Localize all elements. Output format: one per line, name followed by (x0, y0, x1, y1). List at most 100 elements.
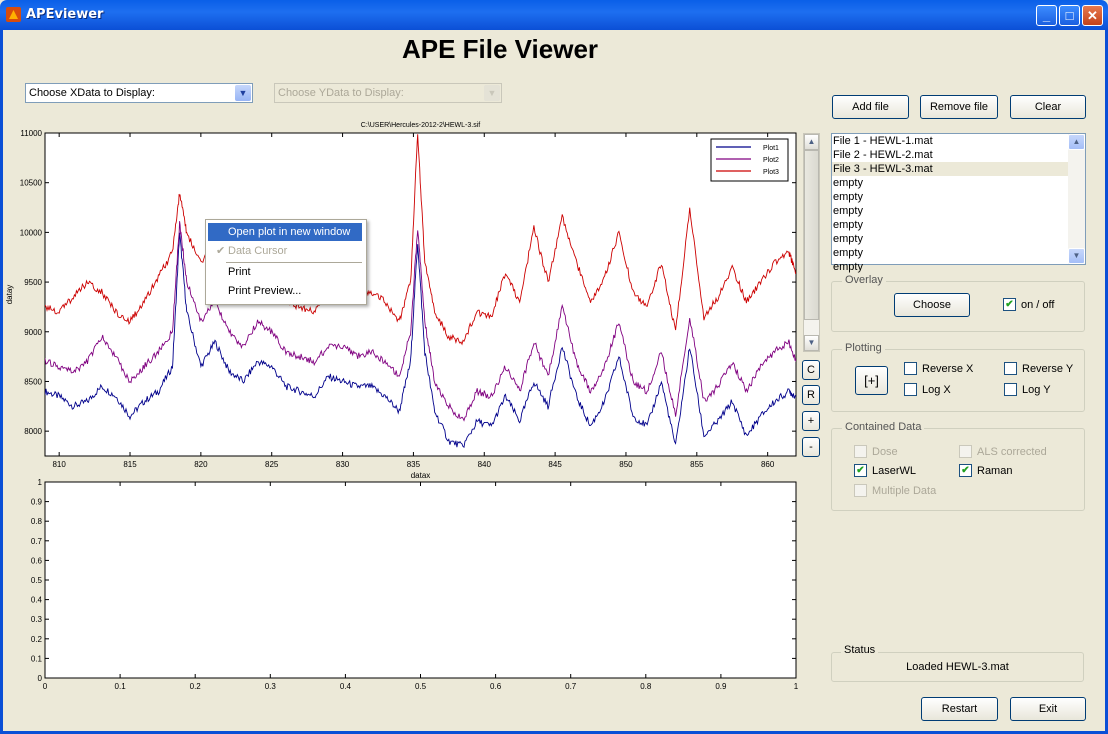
file-list-items: File 1 - HEWL-1.mat File 2 - HEWL-2.mat Fi… (832, 134, 1085, 274)
exit-button[interactable]: Exit (1010, 697, 1086, 721)
x-tick-label: 850 (619, 460, 633, 469)
page-title: APE File Viewer (401, 34, 599, 64)
restart-button[interactable]: Restart (921, 697, 998, 721)
file-list-item[interactable]: empty (832, 218, 1070, 232)
scroll-up-icon[interactable]: ▲ (1068, 134, 1085, 150)
log-y-checkbox[interactable]: Log Y (1004, 382, 1051, 399)
log-x-checkbox[interactable]: Log X (904, 382, 951, 399)
checkbox-checked-icon: ✔ (1003, 297, 1016, 311)
overlay-group-label: Overlay (842, 274, 886, 286)
menu-item-data-cursor[interactable]: ✔ Data Cursor (208, 242, 362, 260)
status-label: Status (841, 644, 879, 656)
laserwl-checkbox: ✔ LaserWL (854, 463, 916, 480)
checkbox-checked-icon: ✔ (854, 463, 867, 477)
xdata-select[interactable]: Choose XData to Display: ▼ (25, 83, 253, 103)
file-list-item[interactable]: File 1 - HEWL-1.mat (832, 134, 1070, 148)
x-tick-label: 0.3 (265, 682, 277, 691)
file-list-item[interactable]: empty (832, 204, 1070, 218)
file-list-item[interactable]: empty (832, 260, 1070, 274)
maximize-button[interactable]: □ (1059, 5, 1080, 26)
chevron-down-icon[interactable]: ▼ (235, 85, 251, 101)
x-tick-label: 825 (265, 460, 279, 469)
x-tick-label: 845 (548, 460, 562, 469)
plotting-group-label: Plotting (842, 342, 885, 354)
x-tick-label: 0.9 (715, 682, 727, 691)
plot-area (44, 481, 797, 679)
y-tick-label: 9500 (24, 278, 42, 287)
clear-button[interactable]: Clear (1010, 95, 1086, 119)
y-tick-label: 0.9 (31, 498, 43, 507)
y-tick-label: 0.4 (31, 596, 43, 605)
legend-entry: Plot3 (763, 169, 779, 176)
reset-button[interactable]: R (802, 385, 820, 405)
zoom-out-button[interactable]: - (802, 437, 820, 457)
file-list-item[interactable]: empty (832, 190, 1070, 204)
x-tick-label: 0.7 (565, 682, 577, 691)
plot-context-menu: Open plot in new window ✔ Data Cursor Pri… (205, 219, 367, 305)
window-titlebar: APEviewer _ □ ✕ (0, 0, 1108, 30)
y-tick-label: 0.3 (31, 615, 43, 624)
reverse-x-checkbox[interactable]: Reverse X (904, 361, 973, 378)
file-list[interactable]: File 1 - HEWL-1.mat File 2 - HEWL-2.mat Fi… (831, 133, 1086, 273)
x-tick-label: 810 (52, 460, 66, 469)
main-plot-svg[interactable]: 810 815 820 825 830 835 840 845 850 855 860 8000 850… (0, 112, 800, 484)
y-tick-label: 1 (38, 478, 43, 487)
y-tick-label: 11000 (20, 129, 42, 138)
file-list-item[interactable]: empty (832, 246, 1070, 260)
y-tick-label: 10500 (20, 179, 43, 188)
x-tick-label: 0.5 (415, 682, 427, 691)
y-tick-label: 0.6 (31, 556, 43, 565)
dose-checkbox: Dose (854, 444, 898, 461)
overlay-toggle-checkbox[interactable]: ✔ on / off (1003, 297, 1054, 314)
plot-scrollbar[interactable]: ▲ ▼ (803, 133, 820, 352)
menu-item-print[interactable]: Print (208, 263, 362, 281)
y-tick-label: 8000 (24, 427, 42, 436)
file-list-item[interactable]: empty (832, 232, 1070, 246)
window-title: APEviewer (26, 7, 104, 22)
center-button[interactable]: C (802, 360, 820, 380)
close-button[interactable]: ✕ (1082, 5, 1103, 26)
y-tick-label: 9000 (24, 328, 42, 337)
add-file-button[interactable]: Add file (832, 95, 909, 119)
x-tick-label: 840 (478, 460, 492, 469)
matlab-icon (6, 7, 21, 22)
menu-item-open-new-window[interactable]: Open plot in new window (208, 223, 362, 241)
minimize-button[interactable]: _ (1036, 5, 1057, 26)
scroll-down-icon[interactable]: ▼ (1068, 248, 1085, 264)
secondary-plot[interactable]: 0 0.1 0.2 0.3 0.4 0.5 0.6 0.7 0.8 0.9 1 0 0.1 0.2 0.3 0… (0, 476, 800, 701)
xdata-select-value: Choose XData to Display: (29, 87, 155, 99)
ydata-select[interactable]: Choose YData to Display: ▼ (274, 83, 502, 103)
x-tick-label: 0 (43, 682, 48, 691)
ydata-select-value: Choose YData to Display: (278, 87, 404, 99)
scroll-down-icon[interactable]: ▼ (804, 335, 819, 351)
reverse-y-checkbox[interactable]: Reverse Y (1004, 361, 1073, 378)
file-list-item[interactable]: empty (832, 176, 1070, 190)
x-tick-label: 1 (794, 682, 799, 691)
file-list-item[interactable]: File 2 - HEWL-2.mat (832, 148, 1070, 162)
zoom-in-button[interactable]: + (802, 411, 820, 431)
secondary-plot-svg[interactable]: 0 0.1 0.2 0.3 0.4 0.5 0.6 0.7 0.8 0.9 1 0 0.1 0.2 0.3 0… (0, 476, 800, 698)
zoom-plot-button[interactable]: [+] (855, 366, 888, 395)
x-tick-label: 0.2 (190, 682, 202, 691)
y-tick-label: 0 (38, 674, 43, 683)
x-tick-label: 830 (336, 460, 350, 469)
legend-entry: Plot1 (763, 145, 779, 152)
file-list-scrollbar[interactable]: ▲ ▼ (1068, 134, 1085, 264)
checkmark-icon: ✔ (216, 245, 226, 257)
file-list-item[interactable]: File 3 - HEWL-3.mat (832, 162, 1070, 176)
chevron-down-icon[interactable]: ▼ (484, 85, 500, 101)
x-tick-label: 835 (407, 460, 421, 469)
x-tick-label: 0.4 (340, 682, 352, 691)
y-axis-label: datay (5, 285, 14, 305)
remove-file-button[interactable]: Remove file (920, 95, 998, 119)
choose-overlay-button[interactable]: Choose (894, 293, 970, 317)
scroll-up-icon[interactable]: ▲ (804, 134, 819, 150)
main-plot[interactable]: 810 815 820 825 830 835 840 845 850 855 860 8000 850… (0, 112, 800, 487)
scroll-thumb[interactable] (804, 150, 819, 320)
menu-item-print-preview[interactable]: Print Preview... (208, 282, 362, 300)
multiple-data-checkbox: Multiple Data (854, 483, 936, 500)
y-tick-label: 10000 (20, 228, 43, 237)
y-tick-label: 0.5 (31, 576, 43, 585)
close-icon: ✕ (1087, 8, 1098, 23)
contained-data-group-label: Contained Data (842, 421, 925, 433)
